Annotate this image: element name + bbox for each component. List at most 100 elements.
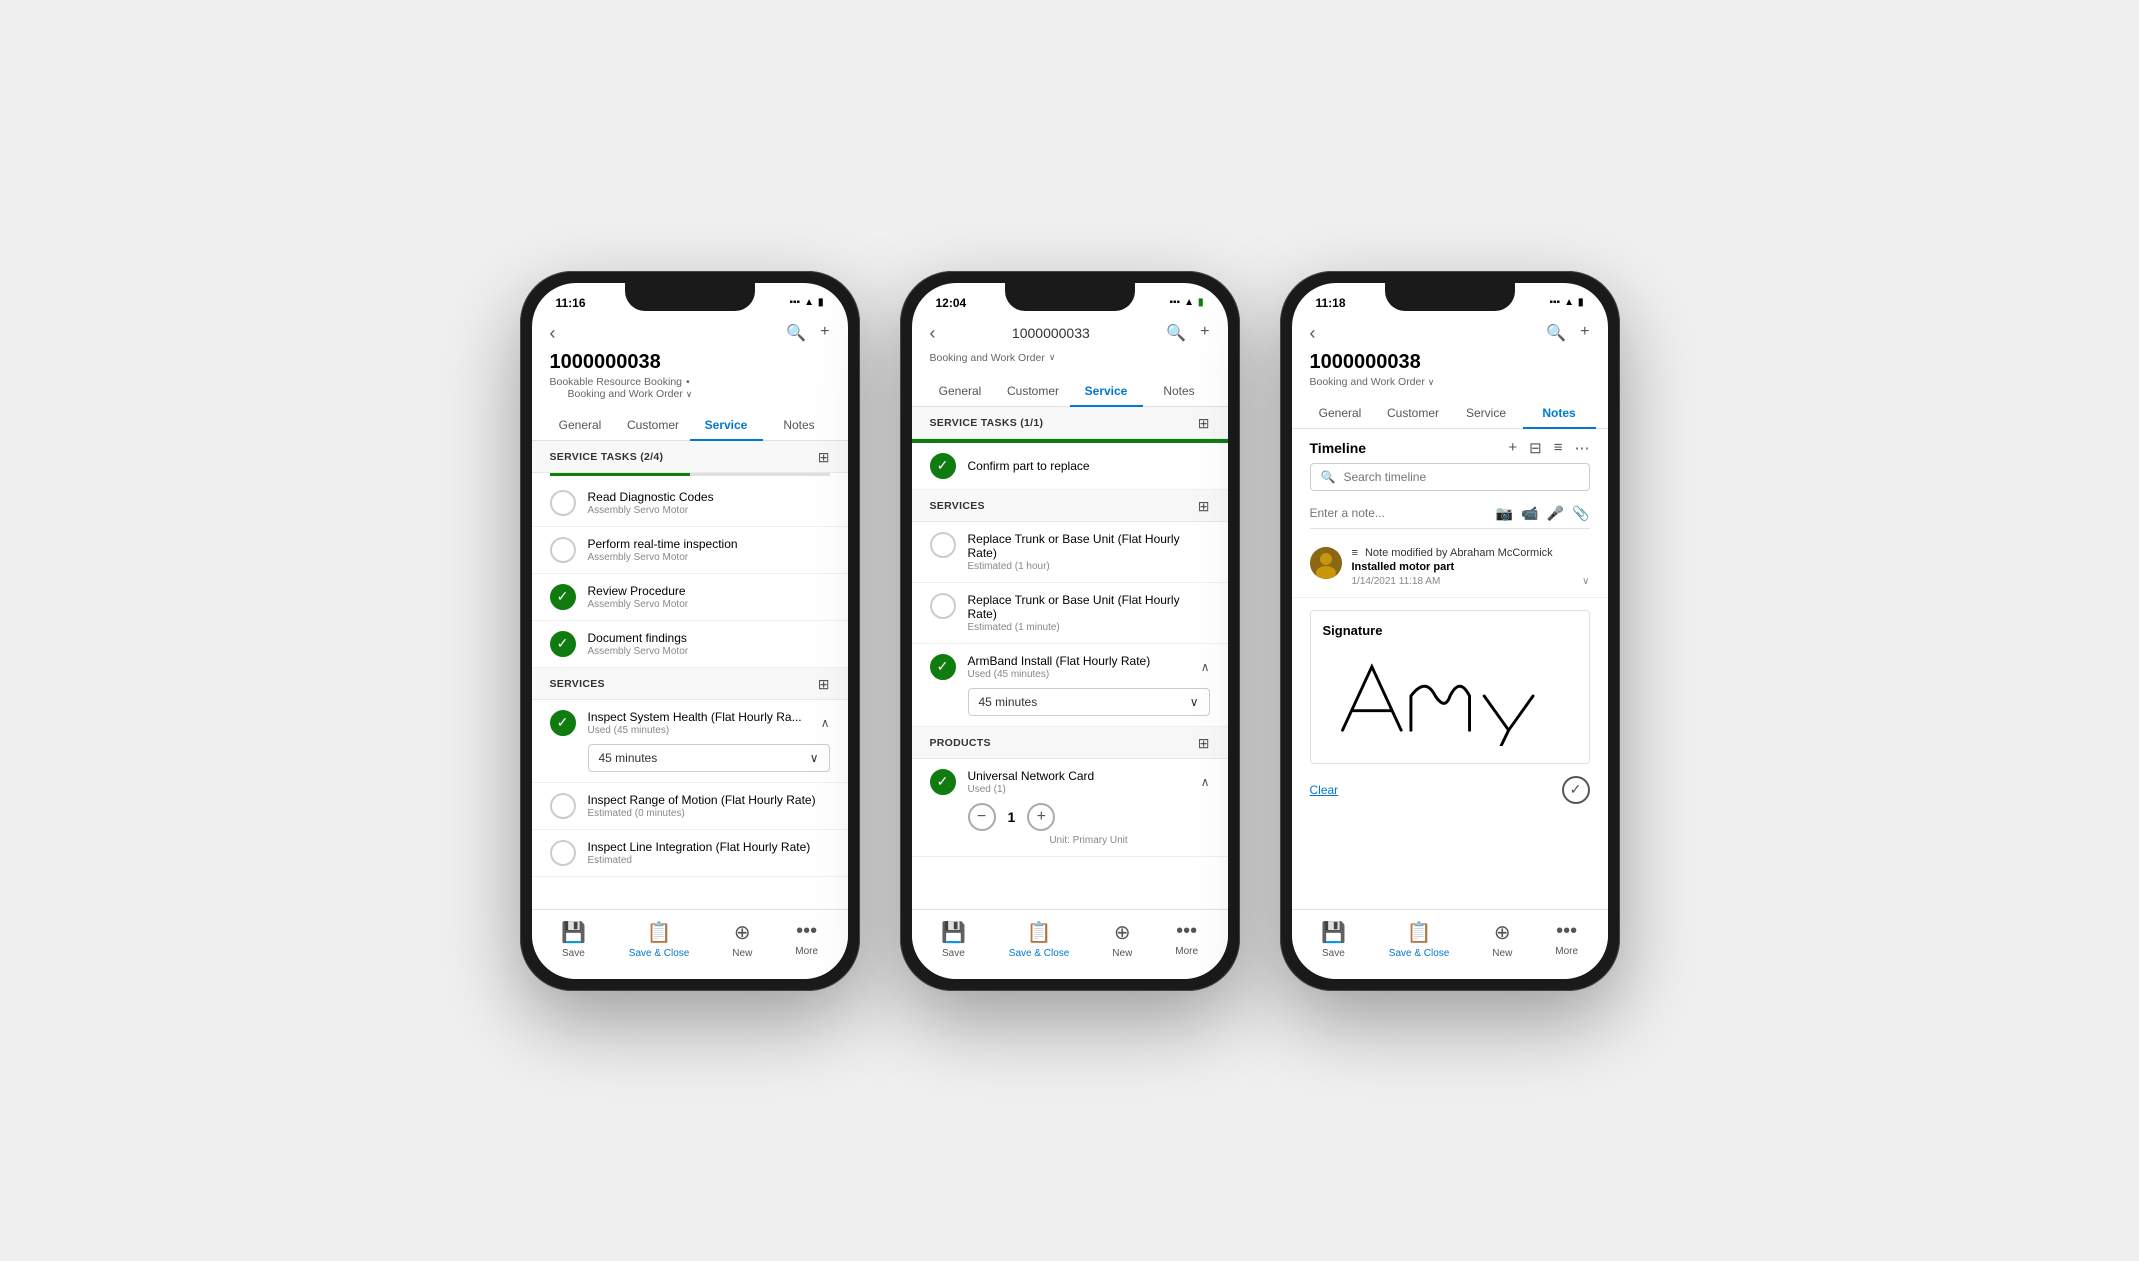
grid-icon-products-2[interactable]: ⊞ (1198, 735, 1210, 752)
task-info-p2-1: Confirm part to replace (968, 459, 1210, 473)
unit-label: Unit: Primary Unit (968, 835, 1210, 846)
note-expand-icon[interactable]: ∨ (1582, 576, 1589, 587)
save-close-button-1[interactable]: 📋 Save & Close (629, 920, 690, 959)
save-close-button-2[interactable]: 📋 Save & Close (1009, 920, 1070, 959)
more-button-1[interactable]: ••• More (795, 920, 818, 959)
add-icon-2[interactable]: + (1200, 323, 1209, 343)
back-button-3[interactable]: ‹ (1310, 323, 1316, 344)
tab-customer-1[interactable]: Customer (617, 410, 690, 440)
back-button-2[interactable]: ‹ (930, 323, 936, 344)
tab-general-2[interactable]: General (924, 376, 997, 406)
task-item-p2-1[interactable]: ✓ Confirm part to replace (912, 443, 1228, 490)
service-item-p2-2[interactable]: Replace Trunk or Base Unit (Flat Hourly … (912, 583, 1228, 644)
camera-icon[interactable]: 📷 (1496, 505, 1513, 522)
expand-icon-p2-3[interactable]: ∧ (1201, 660, 1210, 674)
task-item-2[interactable]: Perform real-time inspection Assembly Se… (532, 527, 848, 574)
grid-icon-2[interactable]: ⊞ (1198, 415, 1210, 432)
task-checkbox-3[interactable]: ✓ (550, 584, 576, 610)
more-icon-1: ••• (796, 920, 817, 943)
tab-general-1[interactable]: General (544, 410, 617, 440)
tab-service-3[interactable]: Service (1450, 398, 1523, 428)
service-checkbox-1[interactable]: ✓ (550, 710, 576, 736)
confirm-signature-button[interactable]: ✓ (1562, 776, 1590, 804)
tab-notes-2[interactable]: Notes (1143, 376, 1216, 406)
phone-1: 11:16 ▪▪▪ ▲ ▮ ‹ 🔍 + 1000000038 Booka (520, 271, 860, 991)
save-button-1[interactable]: 💾 Save (561, 920, 586, 959)
tab-notes-1[interactable]: Notes (763, 410, 836, 440)
note-input-box[interactable]: 📷 📹 🎤 📎 (1310, 499, 1590, 529)
tab-customer-3[interactable]: Customer (1377, 398, 1450, 428)
grid-icon-1[interactable]: ⊞ (818, 449, 830, 466)
service-item-p2-3[interactable]: ✓ ArmBand Install (Flat Hourly Rate) Use… (912, 644, 1228, 727)
service-checkbox-3[interactable] (550, 840, 576, 866)
tab-general-3[interactable]: General (1304, 398, 1377, 428)
signature-area[interactable]: Signature (1310, 610, 1590, 764)
mic-icon[interactable]: 🎤 (1547, 505, 1564, 522)
dropdown-1[interactable]: 45 minutes ∨ (588, 744, 830, 772)
add-icon-3[interactable]: + (1580, 323, 1589, 343)
expand-icon-product[interactable]: ∧ (1201, 775, 1210, 789)
wo-subtitle-line2-1: Booking and Work Order ∨ (550, 388, 830, 404)
video-icon[interactable]: 📹 (1521, 505, 1538, 522)
tab-service-2[interactable]: Service (1070, 376, 1143, 406)
timeline-add-icon[interactable]: + (1508, 439, 1517, 457)
back-button-1[interactable]: ‹ (550, 323, 556, 344)
service-item-p2-1[interactable]: Replace Trunk or Base Unit (Flat Hourly … (912, 522, 1228, 583)
task-item-4[interactable]: ✓ Document findings Assembly Servo Motor (532, 621, 848, 668)
qty-plus-btn[interactable]: + (1027, 803, 1055, 831)
search-timeline-input[interactable] (1343, 470, 1578, 484)
chevron-down-icon-1: ∨ (810, 751, 819, 765)
tab-service-1[interactable]: Service (690, 410, 763, 440)
grid-icon-services-2[interactable]: ⊞ (1198, 498, 1210, 515)
search-icon-1[interactable]: 🔍 (786, 323, 806, 343)
phones-container: 11:16 ▪▪▪ ▲ ▮ ‹ 🔍 + 1000000038 Booka (520, 271, 1620, 991)
notch-1 (625, 283, 755, 311)
service-item-1[interactable]: ✓ Inspect System Health (Flat Hourly Ra.… (532, 700, 848, 783)
service-checkbox-p2-1[interactable] (930, 532, 956, 558)
new-button-3[interactable]: ⊕ New (1492, 920, 1512, 959)
qty-minus-btn[interactable]: − (968, 803, 996, 831)
note-input[interactable] (1310, 506, 1488, 520)
task-checkbox-2[interactable] (550, 537, 576, 563)
tab-customer-2[interactable]: Customer (997, 376, 1070, 406)
task-checkbox-p2-1[interactable]: ✓ (930, 453, 956, 479)
wo-subtitle-3: Booking and Work Order ∨ (1310, 374, 1590, 392)
product-item-p2-1[interactable]: ✓ Universal Network Card Used (1) ∧ − 1 … (912, 759, 1228, 857)
task-info-1: Read Diagnostic Codes Assembly Servo Mot… (588, 490, 830, 516)
save-close-button-3[interactable]: 📋 Save & Close (1389, 920, 1450, 959)
timeline-more-icon[interactable]: ⋯ (1575, 439, 1590, 457)
service-info-p2-2: Replace Trunk or Base Unit (Flat Hourly … (968, 593, 1210, 633)
more-button-2[interactable]: ••• More (1175, 920, 1198, 959)
new-button-1[interactable]: ⊕ New (732, 920, 752, 959)
service-checkbox-2[interactable] (550, 793, 576, 819)
search-icon-3[interactable]: 🔍 (1546, 323, 1566, 343)
more-button-3[interactable]: ••• More (1555, 920, 1578, 959)
expand-icon-1[interactable]: ∧ (821, 716, 830, 730)
clear-button[interactable]: Clear (1310, 783, 1339, 797)
task-checkbox-4[interactable]: ✓ (550, 631, 576, 657)
time-1: 11:16 (556, 296, 586, 310)
services-header-1: SERVICES (550, 678, 605, 690)
dropdown-p2-3[interactable]: 45 minutes ∨ (968, 688, 1210, 716)
service-checkbox-p2-2[interactable] (930, 593, 956, 619)
attach-icon[interactable]: 📎 (1572, 505, 1589, 522)
task-item-1[interactable]: Read Diagnostic Codes Assembly Servo Mot… (532, 480, 848, 527)
save-button-3[interactable]: 💾 Save (1321, 920, 1346, 959)
new-button-2[interactable]: ⊕ New (1112, 920, 1132, 959)
search-icon-2[interactable]: 🔍 (1166, 323, 1186, 343)
save-button-2[interactable]: 💾 Save (941, 920, 966, 959)
product-checkbox-p2-1[interactable]: ✓ (930, 769, 956, 795)
timeline-list-icon[interactable]: ≡ (1554, 439, 1563, 457)
timeline-filter-icon[interactable]: ⊟ (1529, 439, 1542, 457)
wifi-icon-2: ▲ (1184, 297, 1194, 308)
add-icon-1[interactable]: + (820, 323, 829, 343)
wo-subtitle-2: Booking and Work Order ∨ (930, 352, 1210, 370)
service-item-2[interactable]: Inspect Range of Motion (Flat Hourly Rat… (532, 783, 848, 830)
grid-icon-services-1[interactable]: ⊞ (818, 676, 830, 693)
search-timeline-box[interactable]: 🔍 (1310, 463, 1590, 491)
task-item-3[interactable]: ✓ Review Procedure Assembly Servo Motor (532, 574, 848, 621)
service-item-3[interactable]: Inspect Line Integration (Flat Hourly Ra… (532, 830, 848, 877)
service-checkbox-p2-3[interactable]: ✓ (930, 654, 956, 680)
tab-notes-3[interactable]: Notes (1523, 398, 1596, 428)
task-checkbox-1[interactable] (550, 490, 576, 516)
